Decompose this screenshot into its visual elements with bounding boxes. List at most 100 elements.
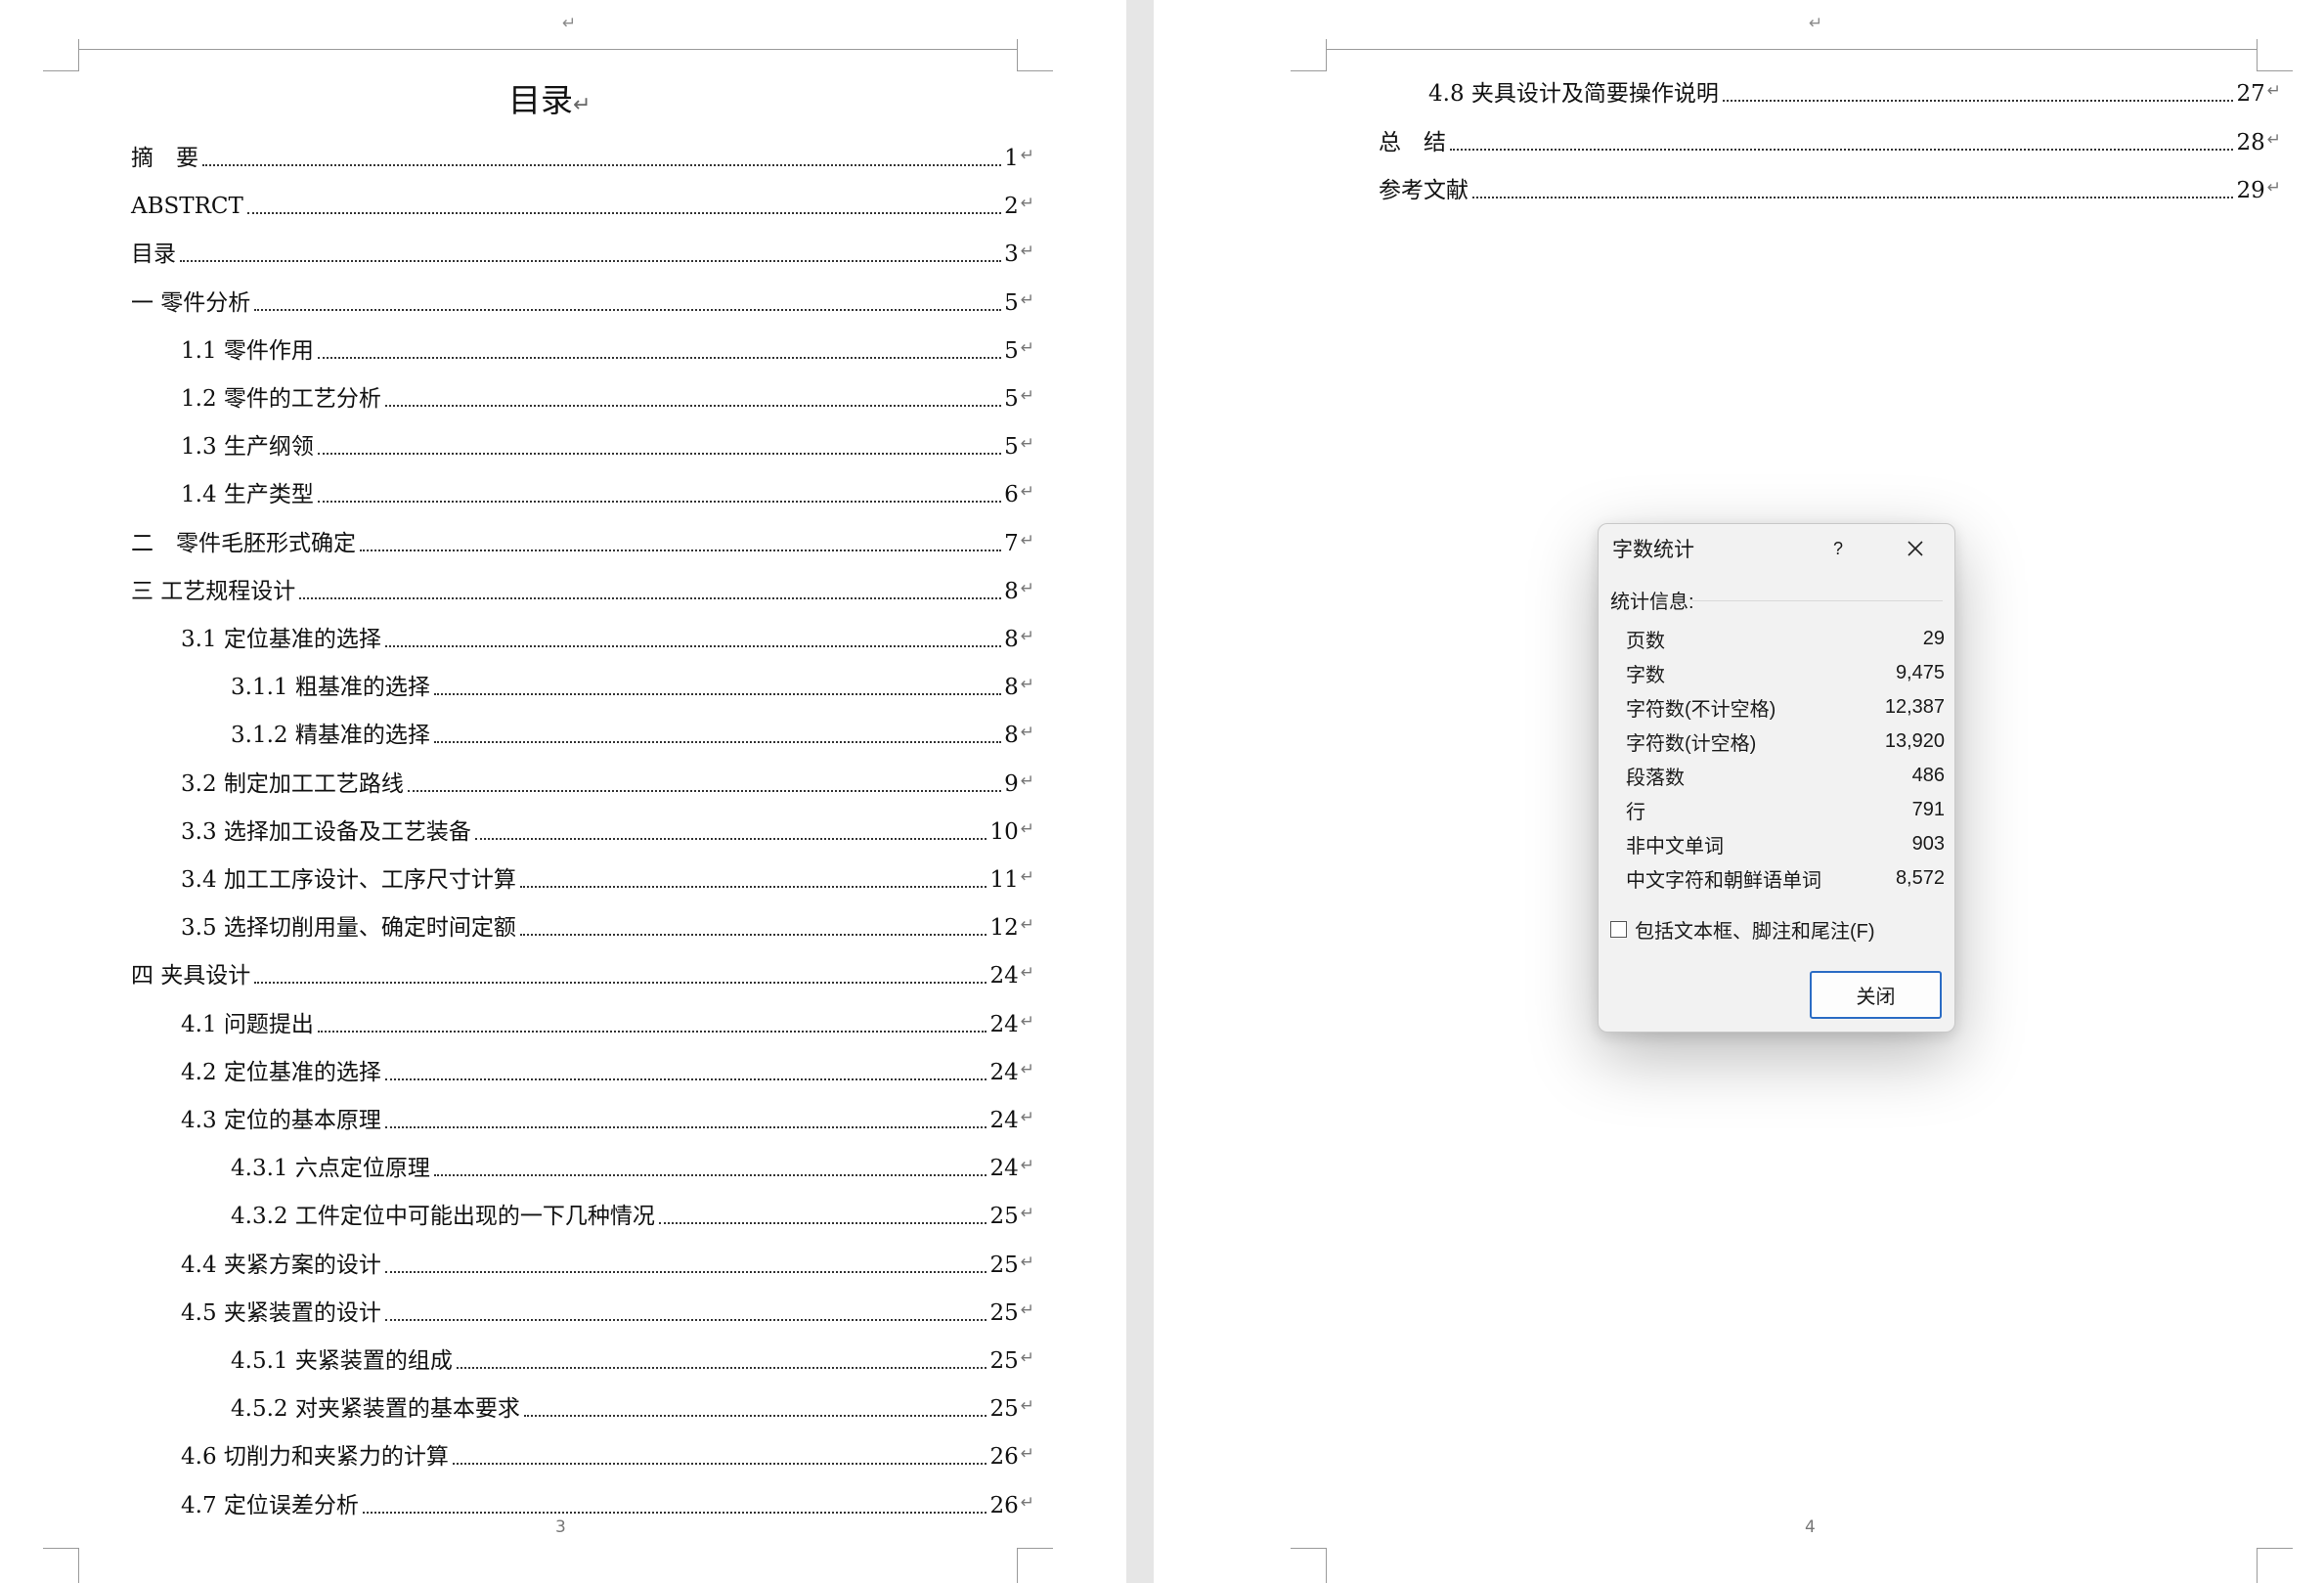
- dialog-title: 字数统计: [1612, 539, 1694, 561]
- toc-entry-page: 5: [1004, 434, 1019, 461]
- toc-entry-page: 25: [989, 1396, 1019, 1423]
- toc-entry[interactable]: 目录 3 ↵: [131, 237, 1034, 269]
- toc-entry-title: 1.2 零件的工艺分析: [181, 386, 381, 412]
- crop-mark-top-left: [43, 39, 79, 71]
- toc-entry-page: 7: [1004, 530, 1019, 556]
- toc-leader-dots: [384, 1270, 987, 1273]
- crop-mark-top-right: [1017, 39, 1053, 71]
- toc-entry[interactable]: 4.8 夹具设计及简要操作说明 27 ↵: [1428, 76, 2281, 109]
- toc-entry[interactable]: 一 零件分析 5 ↵: [131, 286, 1034, 318]
- toc-leader-dots: [254, 982, 987, 985]
- toc-entry[interactable]: 1.2 零件的工艺分析 5 ↵: [181, 381, 1034, 414]
- toc-leader-dots: [407, 789, 1002, 792]
- toc-entry-title: 4.6 切削力和夹紧力的计算: [181, 1444, 449, 1471]
- word-count-dialog: 字数统计 ? 统计信息: 页数 29 字数 9,475 字符数(不计空格) 12,387 字…: [1598, 523, 1955, 1033]
- paragraph-mark: ↵: [1020, 1396, 1034, 1417]
- statistic-label: 段落数: [1626, 768, 1685, 789]
- statistic-value: 29: [1922, 628, 1945, 649]
- toc-leader-dots: [360, 549, 1002, 551]
- toc-entry[interactable]: 4.6 切削力和夹紧力的计算 26 ↵: [181, 1439, 1034, 1472]
- toc-entry-title: 总 结: [1379, 129, 1446, 155]
- toc-leader-dots: [1472, 197, 2234, 198]
- toc-entry-title: 4.3 定位的基本原理: [181, 1108, 381, 1133]
- include-textboxes-checkbox[interactable]: [1610, 921, 1627, 938]
- toc-entry[interactable]: 4.3.1 六点定位原理 24 ↵: [231, 1151, 1034, 1183]
- toc-entry[interactable]: 4.5 夹紧装置的设计 25 ↵: [181, 1296, 1034, 1328]
- toc-entry-title: 4.5 夹紧装置的设计: [181, 1299, 381, 1326]
- statistic-row: 非中文单词 903: [1626, 827, 1945, 861]
- statistic-value: 13,920: [1884, 730, 1945, 752]
- toc-entry[interactable]: 三 工艺规程设计 8 ↵: [131, 574, 1034, 606]
- statistic-row: 字数 9,475: [1626, 656, 1945, 690]
- statistic-row: 页数 29: [1626, 622, 1945, 656]
- toc-entry[interactable]: 3.5 选择切削用量、确定时间定额 12 ↵: [181, 910, 1034, 943]
- toc-entry-page: 2: [1004, 194, 1019, 220]
- statistic-label: 行: [1626, 802, 1645, 823]
- toc-leader-dots: [317, 356, 1002, 359]
- toc-entry[interactable]: ABSTRCT 2 ↵: [131, 189, 1034, 221]
- toc-entry[interactable]: 4.2 定位基准的选择 24 ↵: [181, 1055, 1034, 1087]
- toc-entry-title: 4.5.1 夹紧装置的组成: [231, 1348, 453, 1374]
- toc-entry-title: 目录: [131, 242, 176, 268]
- toc-entry[interactable]: 4.1 问题提出 24 ↵: [181, 1007, 1034, 1039]
- toc-entry-page: 24: [989, 1108, 1019, 1133]
- toc-entry[interactable]: 1.1 零件作用 5 ↵: [181, 333, 1034, 366]
- help-icon[interactable]: ?: [1821, 532, 1855, 565]
- toc-leader-dots: [456, 1367, 987, 1369]
- toc-entry[interactable]: 4.5.2 对夹紧装置的基本要求 25 ↵: [231, 1391, 1034, 1424]
- toc-entry[interactable]: 四 夹具设计 24 ↵: [131, 958, 1034, 990]
- paragraph-mark: ↵: [1020, 1108, 1034, 1127]
- toc-entry[interactable]: 3.1 定位基准的选择 8 ↵: [181, 622, 1034, 654]
- paragraph-mark: ↵: [1020, 915, 1034, 936]
- statistic-value: 9,475: [1895, 662, 1945, 683]
- toc-entry[interactable]: 二 零件毛胚形式确定 7 ↵: [131, 526, 1034, 558]
- toc-entry-page: 24: [989, 1156, 1019, 1182]
- toc-entry[interactable]: 4.7 定位误差分析 26 ↵: [181, 1488, 1034, 1520]
- crop-mark-top-left: [1291, 39, 1327, 71]
- toc-entry[interactable]: 4.3.2 工件定位中可能出现的一下几种情况 25 ↵: [231, 1199, 1034, 1231]
- toc-entry[interactable]: 3.2 制定加工工艺路线 9 ↵: [181, 767, 1034, 799]
- toc-entry[interactable]: 4.3 定位的基本原理 24 ↵: [181, 1103, 1034, 1135]
- header-rule: [78, 49, 1017, 50]
- statistic-row: 段落数 486: [1626, 759, 1945, 793]
- statistic-label: 页数: [1626, 631, 1665, 652]
- statistic-row: 字符数(不计空格) 12,387: [1626, 690, 1945, 725]
- toc-leader-dots: [519, 886, 987, 888]
- statistic-value: 12,387: [1884, 696, 1945, 718]
- include-textboxes-checkbox-row[interactable]: 包括文本框、脚注和尾注(F): [1610, 915, 1875, 944]
- toc-leader-dots: [362, 1511, 987, 1514]
- toc-leader-dots: [433, 741, 1002, 744]
- toc-entry-title: 3.3 选择加工设备及工艺装备: [181, 818, 471, 845]
- paragraph-mark: ↵: [1020, 770, 1034, 791]
- toc-entry[interactable]: 3.1.1 粗基准的选择 8 ↵: [231, 670, 1034, 702]
- toc-entry[interactable]: 摘 要 1 ↵: [131, 141, 1034, 173]
- toc-entry-title: 4.2 定位基准的选择: [181, 1059, 381, 1085]
- statistic-value: 486: [1911, 765, 1945, 786]
- toc-entry[interactable]: 3.3 选择加工设备及工艺装备 10 ↵: [181, 814, 1034, 847]
- close-button[interactable]: 关闭: [1810, 971, 1942, 1019]
- page-number-footer: 3: [555, 1517, 566, 1537]
- paragraph-mark: ↵: [1020, 627, 1034, 646]
- close-icon[interactable]: [1897, 532, 1934, 565]
- toc-entry-page: 5: [1004, 289, 1019, 316]
- toc-entry[interactable]: 1.3 生产纲领 5 ↵: [181, 429, 1034, 462]
- toc-leader-dots: [317, 453, 1002, 456]
- paragraph-mark: ↵: [1020, 1011, 1034, 1032]
- paragraph-mark: ↵: [1020, 867, 1034, 887]
- toc-entry[interactable]: 总 结 28 ↵: [1379, 125, 2281, 157]
- toc-entry[interactable]: 1.4 生产类型 6 ↵: [181, 477, 1034, 509]
- toc-entry-title: 4.7 定位误差分析: [181, 1492, 359, 1518]
- toc-entry[interactable]: 4.4 夹紧方案的设计 25 ↵: [181, 1248, 1034, 1280]
- toc-leader-dots: [452, 1463, 987, 1466]
- toc-entry-page: 8: [1004, 627, 1019, 652]
- toc-entry[interactable]: 4.5.1 夹紧装置的组成 25 ↵: [231, 1343, 1034, 1376]
- paragraph-mark: ↵: [1020, 1444, 1034, 1465]
- toc-entry[interactable]: 3.4 加工工序设计、工序尺寸计算 11 ↵: [181, 862, 1034, 895]
- paragraph-mark: ↵: [1020, 242, 1034, 262]
- toc-entry-title: 摘 要: [131, 146, 198, 171]
- toc-entry[interactable]: 参考文献 29 ↵: [1379, 173, 2281, 205]
- toc-leader-dots: [317, 1030, 987, 1033]
- toc-entry[interactable]: 3.1.2 精基准的选择 8 ↵: [231, 718, 1034, 750]
- include-textboxes-label[interactable]: 包括文本框、脚注和尾注(F): [1635, 915, 1875, 944]
- statistic-value: 791: [1911, 799, 1945, 820]
